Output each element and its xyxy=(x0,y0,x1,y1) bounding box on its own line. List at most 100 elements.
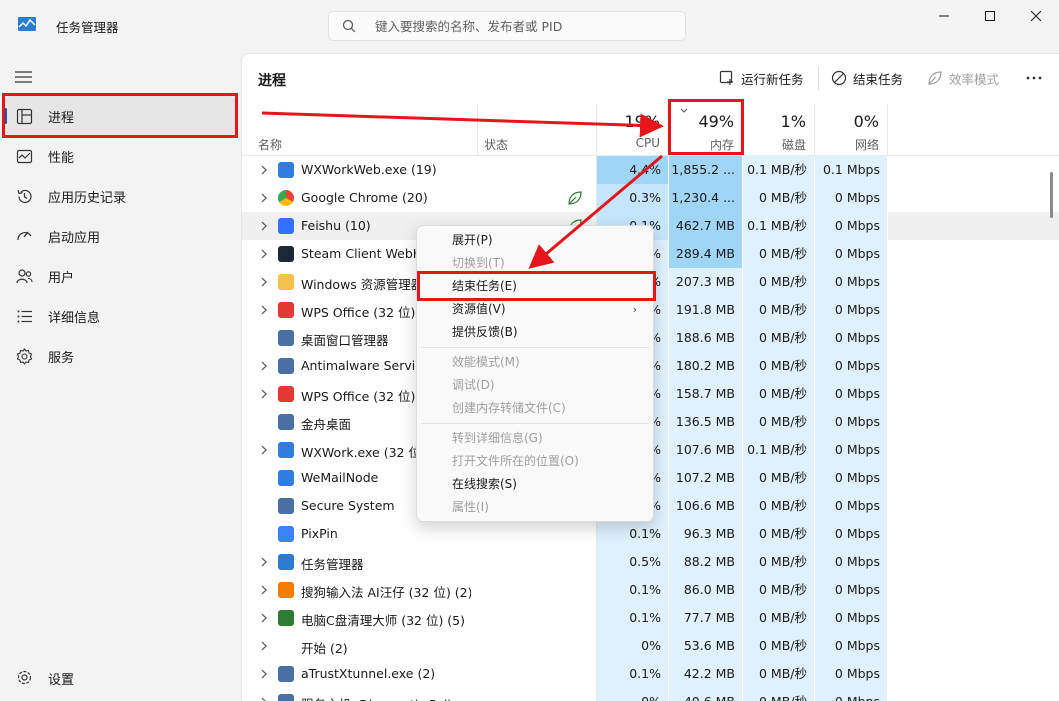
status-cell xyxy=(477,604,597,632)
column-header-network[interactable]: 0% 网络 xyxy=(815,104,888,156)
menu-item-go-to-details: 转到详细信息(G) xyxy=(421,427,649,450)
disk-cell: 0 MB/秒 xyxy=(743,604,815,632)
expand-chevron-right-icon[interactable] xyxy=(260,669,268,679)
cpu-cell: 0.1% xyxy=(597,660,669,688)
network-cell: 0 Mbps xyxy=(815,212,888,240)
expand-chevron-right-icon[interactable] xyxy=(260,361,268,371)
table-row[interactable]: 电脑C盘清理大师 (32 位) (5) 0.1% 77.7 MB 0 MB/秒 0 Mb… xyxy=(242,604,1059,632)
network-cell: 0 Mbps xyxy=(815,520,888,548)
memory-cell: 289.4 MB xyxy=(669,240,743,268)
window-app-icon xyxy=(278,358,294,374)
task-manager-app-icon xyxy=(18,17,36,31)
process-name: 电脑C盘清理大师 (32 位) (5) xyxy=(301,613,466,628)
expand-chevron-right-icon[interactable] xyxy=(260,445,268,455)
cpu-cell: 0% xyxy=(597,688,669,701)
disk-cell: 0 MB/秒 xyxy=(743,688,815,701)
menu-item-expand[interactable]: 展开(P) xyxy=(421,229,649,252)
submenu-chevron-right-icon: › xyxy=(632,303,637,316)
process-name: 搜狗输入法 AI汪仔 (32 位) (2) xyxy=(301,585,471,600)
memory-cell: 96.3 MB xyxy=(669,520,743,548)
expand-chevron-right-icon[interactable] xyxy=(260,613,268,623)
settings-gear-icon xyxy=(17,670,32,685)
expand-chevron-right-icon[interactable] xyxy=(260,221,268,231)
maximize-button[interactable] xyxy=(967,0,1013,32)
cpu-total-percent: 19% xyxy=(624,112,660,131)
sidebar-item-startup[interactable]: 启动应用 xyxy=(4,216,236,256)
search-input[interactable] xyxy=(375,16,675,36)
menu-item-efficiency-mode: 效能模式(M) xyxy=(421,351,649,374)
table-row[interactable]: Google Chrome (20) 0.3% 1,230.4 ... 0 MB/秒 0… xyxy=(242,184,1059,212)
sidebar-item-users[interactable]: 用户 xyxy=(4,256,236,296)
network-cell: 0 Mbps xyxy=(815,240,888,268)
network-cell: 0 Mbps xyxy=(815,576,888,604)
column-label: 磁盘 xyxy=(781,138,806,152)
menu-item-label: 打开文件所在的位置(O) xyxy=(452,454,579,468)
steam-app-icon xyxy=(278,246,294,262)
sidebar-item-app-history[interactable]: 应用历史记录 xyxy=(4,176,236,216)
search-box[interactable] xyxy=(328,11,686,41)
window-app-icon xyxy=(278,666,294,682)
menu-item-label: 创建内存转储文件(C) xyxy=(452,401,566,415)
cpu-cell: 0.3% xyxy=(597,184,669,212)
network-cell: 0 Mbps xyxy=(815,660,888,688)
table-header: 名称 状态 19% CPU 49% 内存 1% 磁盘 0% 网络 xyxy=(242,104,1059,156)
menu-item-label: 在线搜索(S) xyxy=(452,477,517,491)
expand-chevron-right-icon[interactable] xyxy=(260,193,268,203)
menu-item-label: 资源值(V) xyxy=(452,302,506,316)
menu-item-resource-values[interactable]: 资源值(V) › xyxy=(421,298,649,321)
expand-chevron-right-icon[interactable] xyxy=(260,305,268,315)
sidebar-item-details[interactable]: 详细信息 xyxy=(4,296,236,336)
table-row[interactable]: 任务管理器 0.5% 88.2 MB 0 MB/秒 0 Mbps xyxy=(242,548,1059,576)
menu-item-feedback[interactable]: 提供反馈(B) xyxy=(421,321,649,344)
expand-chevron-right-icon[interactable] xyxy=(260,249,268,259)
network-cell: 0 Mbps xyxy=(815,632,888,660)
disk-cell: 0 MB/秒 xyxy=(743,380,815,408)
expand-chevron-right-icon[interactable] xyxy=(260,641,268,651)
close-button[interactable] xyxy=(1013,0,1059,32)
sidebar-item-services[interactable]: 服务 xyxy=(4,336,236,376)
column-header-name[interactable]: 名称 xyxy=(242,104,477,156)
expand-chevron-right-icon[interactable] xyxy=(260,389,268,399)
process-name: 开始 (2) xyxy=(301,641,348,656)
network-cell: 0 Mbps xyxy=(815,184,888,212)
hamburger-menu-icon[interactable] xyxy=(15,70,33,84)
table-row[interactable]: 服务主机: Diagnostic Policy ... 0%40.6 MB0 MB… xyxy=(242,688,1059,701)
menu-item-label: 属性(I) xyxy=(452,500,489,514)
column-header-status[interactable]: 状态 xyxy=(477,104,597,156)
sidebar-item-performance[interactable]: 性能 xyxy=(4,136,236,176)
sidebar-item-settings[interactable]: 设置 xyxy=(4,664,236,692)
end-task-button[interactable]: 结束任务 xyxy=(831,66,903,90)
sidebar-item-label: 用户 xyxy=(48,270,75,286)
sidebar-item-label: 应用历史记录 xyxy=(48,190,127,206)
run-new-task-button[interactable]: 运行新任务 xyxy=(719,66,804,90)
expand-chevron-right-icon[interactable] xyxy=(260,165,268,175)
cleaner-app-icon xyxy=(278,610,294,626)
sidebar-item-label: 详细信息 xyxy=(48,310,101,326)
table-row[interactable]: 开始 (2) 0% 53.6 MB 0 MB/秒 0 Mbps xyxy=(242,632,1059,660)
column-header-cpu[interactable]: 19% CPU xyxy=(597,104,669,156)
table-row[interactable]: 搜狗输入法 AI汪仔 (32 位) (2) 0.1% 86.0 MB 0 MB/秒 0 … xyxy=(242,576,1059,604)
scrollbar-thumb[interactable] xyxy=(1050,172,1053,218)
table-row[interactable]: WXWorkWeb.exe (19) 4.4% 1,855.2 ... 0.1 MB/… xyxy=(242,156,1059,184)
table-row[interactable]: aTrustXtunnel.exe (2) 0.1% 42.2 MB 0 MB/秒 0 … xyxy=(242,660,1059,688)
expand-chevron-right-icon[interactable] xyxy=(260,277,268,287)
menu-item-search-online[interactable]: 在线搜索(S) xyxy=(421,473,649,496)
expand-chevron-right-icon[interactable] xyxy=(260,557,268,567)
menu-divider xyxy=(421,347,649,348)
page-title: 进程 xyxy=(258,73,286,89)
minimize-button[interactable] xyxy=(921,0,967,32)
history-icon xyxy=(17,189,32,204)
disk-cell: 0 MB/秒 xyxy=(743,408,815,436)
network-cell: 0 Mbps xyxy=(815,324,888,352)
more-options-button[interactable] xyxy=(1025,66,1049,90)
process-name: aTrustXtunnel.exe (2) xyxy=(301,666,436,681)
table-row[interactable]: PixPin 0.1% 96.3 MB 0 MB/秒 0 Mbps xyxy=(242,520,1059,548)
network-total-percent: 0% xyxy=(853,112,879,131)
network-cell: 0 Mbps xyxy=(815,464,888,492)
expand-chevron-right-icon[interactable] xyxy=(260,585,268,595)
wxwork-app-icon xyxy=(278,442,294,458)
column-label: 网络 xyxy=(854,138,879,152)
column-header-disk[interactable]: 1% 磁盘 xyxy=(743,104,815,156)
expand-chevron-right-icon[interactable] xyxy=(260,697,268,701)
efficiency-mode-button[interactable]: 效率模式 xyxy=(927,66,999,90)
